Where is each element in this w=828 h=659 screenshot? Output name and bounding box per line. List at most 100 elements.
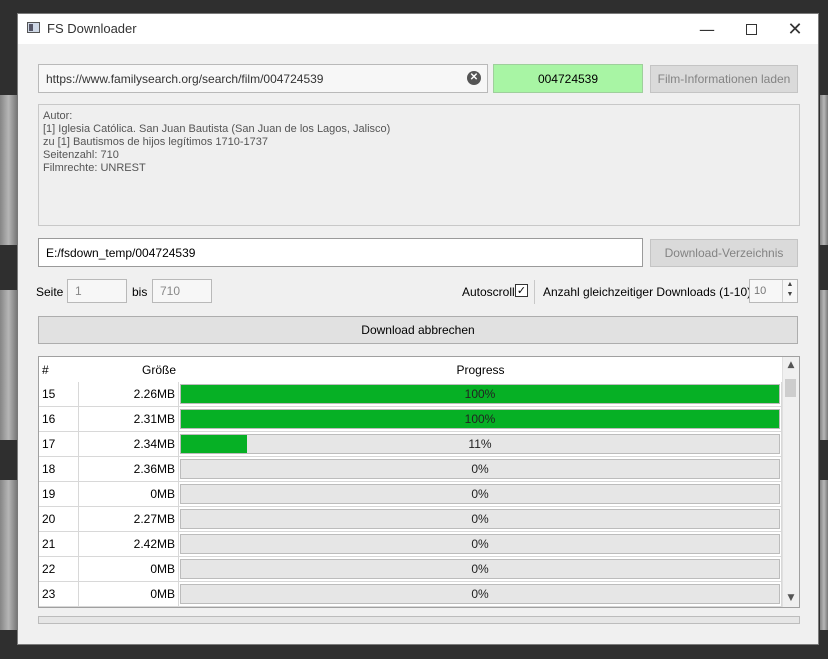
table-row[interactable]: 18 2.36MB 0% — [39, 457, 782, 482]
download-table: # Größe Progress 15 2.26MB 100% 16 2.31MB 100… — [38, 356, 800, 608]
maximize-button[interactable] — [728, 14, 774, 44]
close-icon: ✕ — [787, 18, 803, 40]
row-number: 18 — [39, 457, 79, 482]
url-value: https://www.familysearch.org/search/film… — [46, 71, 324, 86]
background-image-left-2 — [0, 290, 17, 440]
load-film-info-button[interactable]: Film-Informationen laden — [650, 65, 798, 93]
title-bar[interactable]: FS Downloader — ✕ — [18, 14, 818, 44]
row-progress: 0% — [179, 457, 782, 482]
row-progress: 0% — [179, 582, 782, 607]
progress-label: 0% — [471, 562, 489, 576]
autoscroll-label: Autoscroll — [462, 285, 515, 299]
column-header-number[interactable]: # — [42, 357, 79, 382]
background-image-right-2 — [820, 290, 828, 440]
concurrent-downloads-spinbox[interactable]: 10 ▲ ▼ — [749, 279, 798, 303]
separator — [534, 280, 535, 304]
progress-bar: 100% — [180, 384, 780, 404]
row-size: 2.27MB — [79, 507, 179, 532]
row-number: 21 — [39, 532, 79, 557]
row-size: 2.26MB — [79, 382, 179, 407]
row-number: 23 — [39, 582, 79, 607]
row-progress: 100% — [179, 382, 782, 407]
table-row[interactable]: 16 2.31MB 100% — [39, 407, 782, 432]
url-input[interactable]: https://www.familysearch.org/search/film… — [38, 64, 488, 93]
page-to-value: 710 — [160, 284, 181, 298]
autoscroll-checkbox[interactable]: ✓ — [515, 284, 528, 297]
row-size: 0MB — [79, 582, 179, 607]
background-image-right-3 — [820, 480, 828, 630]
table-header: # Größe Progress — [39, 357, 782, 382]
progress-bar: 0% — [180, 559, 780, 579]
progress-bar: 11% — [180, 434, 780, 454]
info-line-church: [1] Iglesia Católica. San Juan Bautista … — [43, 123, 391, 135]
progress-label: 11% — [468, 437, 492, 451]
progress-bar: 0% — [180, 484, 780, 504]
row-progress: 0% — [179, 557, 782, 582]
table-row[interactable]: 19 0MB 0% — [39, 482, 782, 507]
progress-label: 0% — [471, 487, 489, 501]
progress-label: 100% — [464, 387, 496, 401]
app-icon — [27, 22, 40, 33]
row-progress: 0% — [179, 482, 782, 507]
row-progress: 11% — [179, 432, 782, 457]
row-size: 2.31MB — [79, 407, 179, 432]
row-number: 19 — [39, 482, 79, 507]
row-progress: 100% — [179, 407, 782, 432]
window-title: FS Downloader — [47, 21, 137, 36]
concurrent-downloads-label: Anzahl gleichzeitiger Downloads (1-10) — [543, 285, 752, 299]
progress-label: 100% — [464, 412, 496, 426]
scroll-up-icon[interactable]: ▲ — [783, 357, 799, 374]
download-path-value: E:/fsdown_temp/004724539 — [46, 245, 196, 260]
concurrent-downloads-value: 10 — [754, 285, 767, 297]
check-icon: ✓ — [516, 284, 527, 297]
scrollbar-thumb[interactable] — [785, 379, 796, 397]
film-info-box: Autor: [1] Iglesia Católica. San Juan Ba… — [38, 104, 800, 226]
progress-label: 0% — [471, 537, 489, 551]
close-button[interactable]: ✕ — [772, 14, 818, 44]
table-row[interactable]: 20 2.27MB 0% — [39, 507, 782, 532]
cancel-download-button[interactable]: Download abbrechen — [38, 316, 798, 344]
page-from-value: 1 — [75, 284, 82, 298]
spin-up-icon[interactable]: ▲ — [783, 280, 797, 290]
progress-label: 0% — [471, 587, 489, 601]
minimize-icon: — — [699, 19, 715, 39]
table-row[interactable]: 22 0MB 0% — [39, 557, 782, 582]
progress-bar: 0% — [180, 584, 780, 604]
spin-arrows[interactable]: ▲ ▼ — [782, 280, 797, 302]
progress-bar: 0% — [180, 534, 780, 554]
table-row[interactable]: 21 2.42MB 0% — [39, 532, 782, 557]
page-to-input[interactable]: 710 — [152, 279, 212, 303]
download-path-input[interactable]: E:/fsdown_temp/004724539 — [38, 238, 643, 267]
column-header-size[interactable]: Größe — [79, 357, 179, 382]
progress-label: 0% — [471, 512, 489, 526]
download-directory-button[interactable]: Download-Verzeichnis — [650, 239, 798, 267]
app-window: FS Downloader — ✕ https://www.familysear… — [17, 13, 819, 645]
page-from-label: Seite — [36, 285, 64, 299]
table-row[interactable]: 17 2.34MB 11% — [39, 432, 782, 457]
table-row[interactable]: 23 0MB 0% — [39, 582, 782, 607]
row-number: 22 — [39, 557, 79, 582]
clear-icon[interactable]: ✕ — [467, 71, 481, 85]
row-size: 0MB — [79, 482, 179, 507]
background-image-left-1 — [0, 95, 17, 245]
row-size: 0MB — [79, 557, 179, 582]
row-size: 2.42MB — [79, 532, 179, 557]
table-row[interactable]: 15 2.26MB 100% — [39, 382, 782, 407]
film-id-field[interactable]: 004724539 — [493, 64, 643, 93]
scroll-down-icon[interactable]: ▼ — [783, 590, 799, 607]
info-line-title: zu [1] Bautismos de hijos legítimos 1710… — [43, 136, 269, 148]
spin-down-icon[interactable]: ▼ — [783, 290, 797, 300]
column-header-progress[interactable]: Progress — [179, 357, 782, 382]
row-number: 20 — [39, 507, 79, 532]
row-progress: 0% — [179, 532, 782, 557]
row-size: 2.36MB — [79, 457, 179, 482]
info-line-pages: Seitenzahl: 710 — [43, 149, 119, 161]
page-to-label: bis — [132, 285, 148, 299]
maximize-icon — [745, 23, 757, 35]
page-from-input[interactable]: 1 — [67, 279, 127, 303]
film-id-value: 004724539 — [537, 71, 599, 86]
progress-bar: 0% — [180, 459, 780, 479]
table-scrollbar[interactable]: ▲ ▼ — [782, 357, 799, 607]
info-line-author: Autor: — [43, 110, 73, 122]
minimize-button[interactable]: — — [684, 14, 730, 44]
